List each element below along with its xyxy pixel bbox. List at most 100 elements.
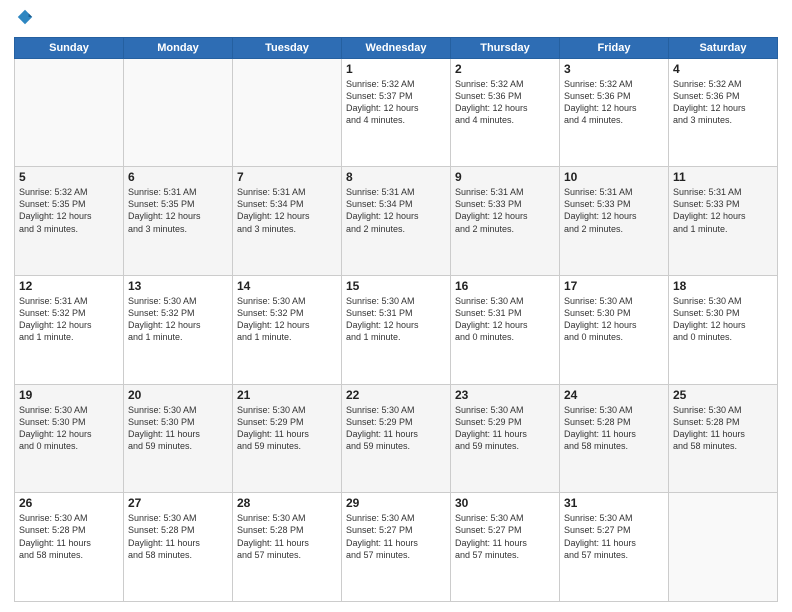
day-number: 21 [237, 388, 337, 402]
calendar-cell: 30 Sunrise: 5:30 AM Sunset: 5:27 PM Dayli… [451, 493, 560, 602]
calendar-cell: 29 Sunrise: 5:30 AM Sunset: 5:27 PM Dayli… [342, 493, 451, 602]
day-number: 5 [19, 170, 119, 184]
calendar-cell: 5 Sunrise: 5:32 AM Sunset: 5:35 PM Daylig… [15, 167, 124, 276]
calendar-cell: 24 Sunrise: 5:30 AM Sunset: 5:28 PM Dayli… [560, 384, 669, 493]
day-number: 11 [673, 170, 773, 184]
calendar-cell: 31 Sunrise: 5:30 AM Sunset: 5:27 PM Dayli… [560, 493, 669, 602]
day-info: Sunrise: 5:32 AM Sunset: 5:36 PM Dayligh… [564, 78, 664, 127]
day-number: 12 [19, 279, 119, 293]
calendar-week-4: 26Sunrise: 5:30 AM Sunset: 5:28 PM Dayli… [15, 493, 778, 602]
weekday-header-friday: Friday [560, 37, 669, 58]
day-number: 31 [564, 496, 664, 510]
calendar-cell: 27 Sunrise: 5:30 AM Sunset: 5:28 PM Dayli… [124, 493, 233, 602]
day-info: Sunrise: 5:30 AM Sunset: 5:28 PM Dayligh… [237, 512, 337, 561]
calendar-cell: 2 Sunrise: 5:32 AM Sunset: 5:36 PM Daylig… [451, 58, 560, 167]
day-info: Sunrise: 5:30 AM Sunset: 5:32 PM Dayligh… [237, 295, 337, 344]
calendar-cell: 19 Sunrise: 5:30 AM Sunset: 5:30 PM Dayli… [15, 384, 124, 493]
day-info: Sunrise: 5:32 AM Sunset: 5:35 PM Dayligh… [19, 186, 119, 235]
calendar-cell: 6Sunrise: 5:31 AM Sunset: 5:35 PM Daylig… [124, 167, 233, 276]
day-number: 14 [237, 279, 337, 293]
day-number: 9 [455, 170, 555, 184]
day-number: 20 [128, 388, 228, 402]
day-info: Sunrise: 5:30 AM Sunset: 5:28 PM Dayligh… [673, 404, 773, 453]
day-info: Sunrise: 5:31 AM Sunset: 5:35 PM Dayligh… [128, 186, 228, 235]
day-info: Sunrise: 5:30 AM Sunset: 5:28 PM Dayligh… [128, 512, 228, 561]
header [14, 10, 778, 31]
day-number: 28 [237, 496, 337, 510]
day-info: Sunrise: 5:30 AM Sunset: 5:30 PM Dayligh… [564, 295, 664, 344]
day-number: 23 [455, 388, 555, 402]
calendar-cell: 14 Sunrise: 5:30 AM Sunset: 5:32 PM Dayli… [233, 275, 342, 384]
calendar-table: SundayMondayTuesdayWednesdayThursdayFrid… [14, 37, 778, 603]
calendar-cell [669, 493, 778, 602]
day-number: 15 [346, 279, 446, 293]
calendar-cell: 28 Sunrise: 5:30 AM Sunset: 5:28 PM Dayli… [233, 493, 342, 602]
day-number: 27 [128, 496, 228, 510]
day-number: 4 [673, 62, 773, 76]
calendar-cell: 15 Sunrise: 5:30 AM Sunset: 5:31 PM Dayli… [342, 275, 451, 384]
calendar-cell: 20Sunrise: 5:30 AM Sunset: 5:30 PM Dayli… [124, 384, 233, 493]
day-info: Sunrise: 5:32 AM Sunset: 5:36 PM Dayligh… [455, 78, 555, 127]
day-number: 2 [455, 62, 555, 76]
calendar-cell: 12Sunrise: 5:31 AM Sunset: 5:32 PM Dayli… [15, 275, 124, 384]
day-number: 3 [564, 62, 664, 76]
calendar-cell: 4 Sunrise: 5:32 AM Sunset: 5:36 PM Daylig… [669, 58, 778, 167]
day-number: 29 [346, 496, 446, 510]
day-info: Sunrise: 5:30 AM Sunset: 5:31 PM Dayligh… [455, 295, 555, 344]
calendar-cell: 21 Sunrise: 5:30 AM Sunset: 5:29 PM Dayli… [233, 384, 342, 493]
calendar-cell: 1 Sunrise: 5:32 AM Sunset: 5:37 PM Daylig… [342, 58, 451, 167]
day-info: Sunrise: 5:30 AM Sunset: 5:27 PM Dayligh… [455, 512, 555, 561]
day-info: Sunrise: 5:30 AM Sunset: 5:27 PM Dayligh… [346, 512, 446, 561]
calendar-cell [233, 58, 342, 167]
day-number: 24 [564, 388, 664, 402]
day-info: Sunrise: 5:31 AM Sunset: 5:34 PM Dayligh… [346, 186, 446, 235]
day-info: Sunrise: 5:30 AM Sunset: 5:31 PM Dayligh… [346, 295, 446, 344]
calendar-cell: 13 Sunrise: 5:30 AM Sunset: 5:32 PM Dayli… [124, 275, 233, 384]
day-info: Sunrise: 5:32 AM Sunset: 5:37 PM Dayligh… [346, 78, 446, 127]
calendar-cell: 10 Sunrise: 5:31 AM Sunset: 5:33 PM Dayli… [560, 167, 669, 276]
calendar-cell: 16Sunrise: 5:30 AM Sunset: 5:31 PM Dayli… [451, 275, 560, 384]
day-info: Sunrise: 5:30 AM Sunset: 5:30 PM Dayligh… [19, 404, 119, 453]
calendar-header-row: SundayMondayTuesdayWednesdayThursdayFrid… [15, 37, 778, 58]
day-info: Sunrise: 5:30 AM Sunset: 5:29 PM Dayligh… [455, 404, 555, 453]
day-info: Sunrise: 5:31 AM Sunset: 5:33 PM Dayligh… [673, 186, 773, 235]
day-number: 30 [455, 496, 555, 510]
logo-text [14, 14, 34, 31]
logo-icon [16, 8, 34, 26]
weekday-header-wednesday: Wednesday [342, 37, 451, 58]
day-info: Sunrise: 5:31 AM Sunset: 5:34 PM Dayligh… [237, 186, 337, 235]
day-number: 10 [564, 170, 664, 184]
day-info: Sunrise: 5:30 AM Sunset: 5:29 PM Dayligh… [346, 404, 446, 453]
page: SundayMondayTuesdayWednesdayThursdayFrid… [0, 0, 792, 612]
weekday-header-sunday: Sunday [15, 37, 124, 58]
day-number: 19 [19, 388, 119, 402]
calendar-cell: 22 Sunrise: 5:30 AM Sunset: 5:29 PM Dayli… [342, 384, 451, 493]
calendar-week-1: 5 Sunrise: 5:32 AM Sunset: 5:35 PM Daylig… [15, 167, 778, 276]
day-number: 1 [346, 62, 446, 76]
calendar-week-2: 12Sunrise: 5:31 AM Sunset: 5:32 PM Dayli… [15, 275, 778, 384]
day-number: 13 [128, 279, 228, 293]
calendar-cell: 3 Sunrise: 5:32 AM Sunset: 5:36 PM Daylig… [560, 58, 669, 167]
weekday-header-monday: Monday [124, 37, 233, 58]
day-info: Sunrise: 5:31 AM Sunset: 5:33 PM Dayligh… [564, 186, 664, 235]
calendar-cell: 7 Sunrise: 5:31 AM Sunset: 5:34 PM Daylig… [233, 167, 342, 276]
calendar-cell [15, 58, 124, 167]
day-number: 22 [346, 388, 446, 402]
day-info: Sunrise: 5:30 AM Sunset: 5:28 PM Dayligh… [564, 404, 664, 453]
calendar-week-3: 19 Sunrise: 5:30 AM Sunset: 5:30 PM Dayli… [15, 384, 778, 493]
day-info: Sunrise: 5:30 AM Sunset: 5:29 PM Dayligh… [237, 404, 337, 453]
weekday-header-tuesday: Tuesday [233, 37, 342, 58]
day-info: Sunrise: 5:30 AM Sunset: 5:32 PM Dayligh… [128, 295, 228, 344]
day-number: 7 [237, 170, 337, 184]
day-number: 8 [346, 170, 446, 184]
day-info: Sunrise: 5:31 AM Sunset: 5:33 PM Dayligh… [455, 186, 555, 235]
day-info: Sunrise: 5:30 AM Sunset: 5:30 PM Dayligh… [673, 295, 773, 344]
calendar-cell: 18Sunrise: 5:30 AM Sunset: 5:30 PM Dayli… [669, 275, 778, 384]
day-info: Sunrise: 5:32 AM Sunset: 5:36 PM Dayligh… [673, 78, 773, 127]
weekday-header-saturday: Saturday [669, 37, 778, 58]
calendar-cell: 26Sunrise: 5:30 AM Sunset: 5:28 PM Dayli… [15, 493, 124, 602]
day-info: Sunrise: 5:30 AM Sunset: 5:27 PM Dayligh… [564, 512, 664, 561]
weekday-header-thursday: Thursday [451, 37, 560, 58]
calendar-cell [124, 58, 233, 167]
calendar-cell: 17Sunrise: 5:30 AM Sunset: 5:30 PM Dayli… [560, 275, 669, 384]
